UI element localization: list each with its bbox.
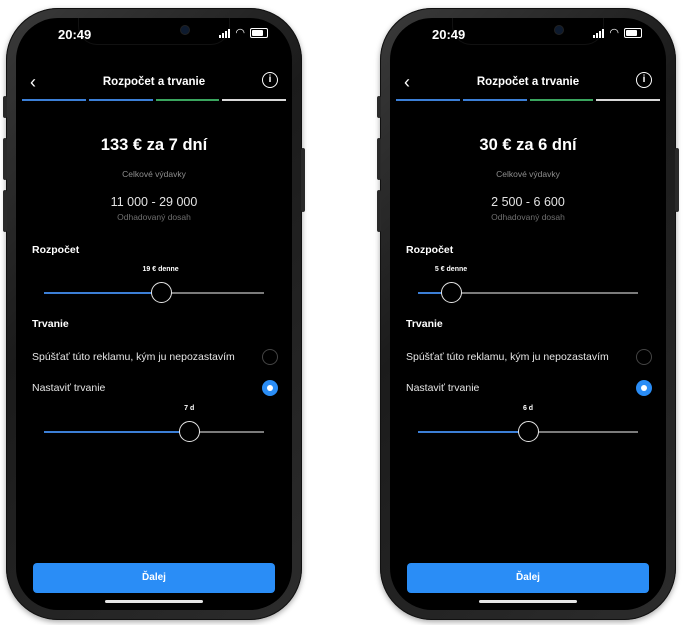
duration-heading: Trvanie xyxy=(32,318,69,330)
budget-slider-thumb[interactable] xyxy=(150,282,172,303)
power-button xyxy=(301,148,305,212)
page-title: Rozpočet a trvanie xyxy=(476,76,580,88)
run-continuously-label: Spúšťať túto reklamu, kým ju nepozastaví… xyxy=(32,351,235,363)
set-duration-option[interactable]: Nastaviť trvanie xyxy=(406,380,652,396)
step-1 xyxy=(396,99,460,101)
battery-icon xyxy=(624,28,642,38)
signal-icon xyxy=(593,28,605,38)
screen: 20:49 ◠ ‹ Rozpočet a trvanie i 133 € za … xyxy=(16,18,292,610)
run-continuously-option[interactable]: Spúšťať túto reklamu, kým ju nepozastaví… xyxy=(406,349,652,365)
battery-icon xyxy=(250,28,268,38)
mute-switch xyxy=(377,96,381,118)
estimated-reach-label: Odhadovaný dosah xyxy=(117,212,191,222)
budget-slider[interactable]: 19 € denne xyxy=(44,266,264,305)
run-continuously-radio[interactable] xyxy=(636,349,652,365)
power-button xyxy=(675,148,679,212)
budget-heading: Rozpočet xyxy=(32,244,80,256)
wifi-icon: ◠ xyxy=(235,27,245,39)
budget-slider-value: 19 € denne xyxy=(142,266,179,273)
total-spend-label: Celkové výdavky xyxy=(122,169,186,179)
budget-summary: 30 € za 6 dní xyxy=(479,136,577,154)
budget-slider-thumb[interactable] xyxy=(441,282,462,303)
duration-slider-fill xyxy=(44,431,190,433)
home-indicator xyxy=(479,600,577,603)
step-4 xyxy=(222,99,286,101)
notch xyxy=(79,18,229,44)
step-3 xyxy=(155,99,220,101)
step-progress xyxy=(396,99,660,101)
info-icon[interactable]: i xyxy=(636,72,652,88)
estimated-reach-label: Odhadovaný dosah xyxy=(491,212,565,222)
run-continuously-option[interactable]: Spúšťať túto reklamu, kým ju nepozastaví… xyxy=(32,349,278,365)
duration-slider-thumb[interactable] xyxy=(518,421,539,442)
budget-summary: 133 € za 7 dní xyxy=(100,136,208,154)
budget-heading: Rozpočet xyxy=(406,244,454,256)
status-icons: ◠ xyxy=(593,27,642,39)
nav-header: ‹ Rozpočet a trvanie i xyxy=(16,72,292,96)
phone-left: 20:49 ◠ ‹ Rozpočet a trvanie i 133 € za … xyxy=(3,8,305,620)
status-icons: ◠ xyxy=(219,27,268,39)
step-2 xyxy=(88,99,153,101)
status-time: 20:49 xyxy=(58,27,92,42)
nav-header: ‹ Rozpočet a trvanie i xyxy=(390,72,666,96)
set-duration-label: Nastaviť trvanie xyxy=(406,382,480,394)
status-time: 20:49 xyxy=(432,27,466,42)
step-3 xyxy=(529,99,594,101)
step-2 xyxy=(462,99,527,101)
duration-slider[interactable]: 7 d xyxy=(44,405,264,444)
volume-up-button xyxy=(3,138,7,180)
budget-slider-fill xyxy=(44,292,161,294)
wifi-icon: ◠ xyxy=(609,27,619,39)
duration-slider[interactable]: 6 d xyxy=(418,405,638,444)
phone-right: 20:49 ◠ ‹ Rozpočet a trvanie i 30 € za 6… xyxy=(377,8,679,620)
duration-slider-fill xyxy=(418,431,528,433)
duration-slider-value: 6 d xyxy=(522,405,534,412)
volume-up-button xyxy=(377,138,381,180)
step-4 xyxy=(596,99,660,101)
estimated-reach: 11 000 - 29 000 xyxy=(110,195,198,209)
run-continuously-radio[interactable] xyxy=(262,349,278,365)
page-title: Rozpočet a trvanie xyxy=(102,76,206,88)
step-progress xyxy=(22,99,286,101)
budget-slider-value: 5 € denne xyxy=(434,266,468,273)
duration-slider-value: 7 d xyxy=(184,405,195,412)
camera xyxy=(181,26,189,34)
screen: 20:49 ◠ ‹ Rozpočet a trvanie i 30 € za 6… xyxy=(390,18,666,610)
step-1 xyxy=(22,99,86,101)
duration-slider-thumb[interactable] xyxy=(179,421,201,442)
notch xyxy=(453,18,603,44)
volume-down-button xyxy=(377,190,381,232)
info-icon[interactable]: i xyxy=(262,72,278,88)
estimated-reach: 2 500 - 6 600 xyxy=(491,195,565,209)
run-continuously-label: Spúšťať túto reklamu, kým ju nepozastaví… xyxy=(406,351,609,363)
set-duration-radio[interactable] xyxy=(262,380,278,396)
next-button[interactable]: Ďalej xyxy=(407,563,649,593)
home-indicator xyxy=(105,600,203,603)
signal-icon xyxy=(219,28,231,38)
duration-heading: Trvanie xyxy=(406,318,443,330)
next-button[interactable]: Ďalej xyxy=(33,563,275,593)
set-duration-radio[interactable] xyxy=(636,380,652,396)
total-spend-label: Celkové výdavky xyxy=(496,169,560,179)
volume-down-button xyxy=(3,190,7,232)
set-duration-option[interactable]: Nastaviť trvanie xyxy=(32,380,278,396)
set-duration-label: Nastaviť trvanie xyxy=(32,382,106,394)
budget-slider[interactable]: 5 € denne xyxy=(418,266,638,305)
mute-switch xyxy=(3,96,7,118)
camera xyxy=(555,26,563,34)
